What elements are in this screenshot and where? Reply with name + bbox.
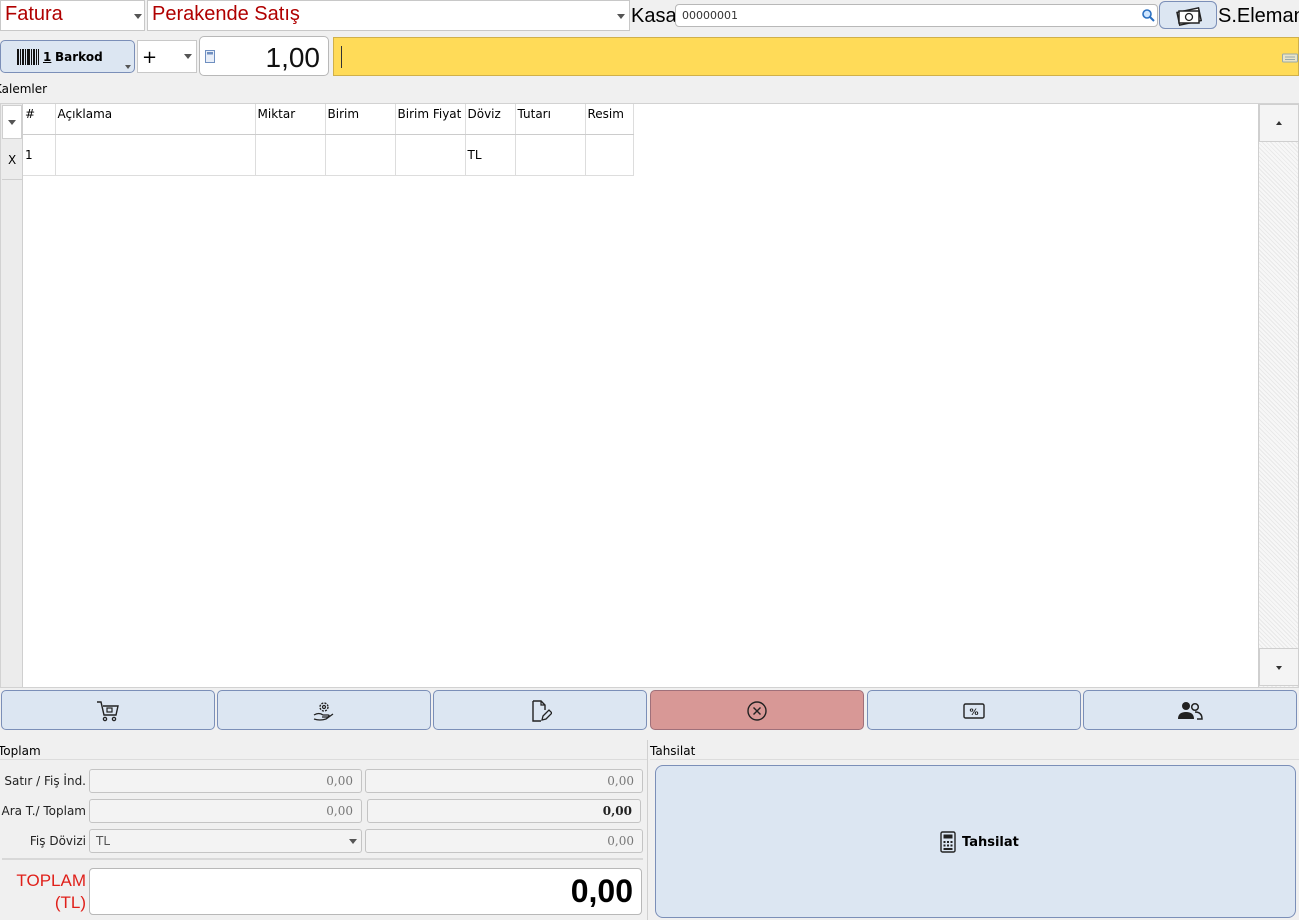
barcode-hotkey: 1 [43, 50, 52, 64]
operator-select[interactable]: + [137, 40, 197, 73]
money-icon [1176, 6, 1202, 27]
add-to-cart-button[interactable] [1, 690, 215, 730]
customers-button[interactable] [1083, 690, 1297, 730]
chevron-up-icon [1276, 121, 1282, 125]
receipt-currency-value: TL [96, 834, 111, 848]
grand-total-field: 0,00 [89, 868, 642, 915]
svg-text:%: % [969, 708, 978, 718]
payment-section-title: Tahsilat [650, 744, 696, 758]
quantity-value: 1,00 [265, 42, 321, 73]
items-section-title: Kalemler [0, 82, 48, 96]
grid-gutter [1, 104, 23, 687]
grand-total-label: TOPLAM (TL) [0, 870, 86, 914]
cell-aciklama[interactable] [55, 134, 256, 176]
document-type-value: Fatura [5, 3, 63, 25]
grand-total-label-line1: TOPLAM [16, 871, 86, 890]
column-header-aciklama[interactable]: Açıklama [55, 104, 256, 135]
scroll-down-button[interactable] [1259, 648, 1299, 686]
column-header-doviz[interactable]: Döviz [465, 104, 516, 135]
totals-section-title: Toplam [0, 744, 41, 758]
discount-icon: % [963, 703, 985, 719]
column-header-birim[interactable]: Birim [325, 104, 396, 135]
cell-miktar[interactable] [255, 134, 326, 176]
sale-type-select[interactable]: Perakende Satış [147, 0, 630, 31]
total-field[interactable]: 0,00 [367, 799, 641, 823]
subtotal-total-label: Ara T./ Toplam [1, 804, 86, 818]
table-row[interactable]: 1 TL [23, 134, 634, 176]
receipt-discount-field[interactable]: 0,00 [365, 769, 643, 793]
grand-total-divider [2, 858, 643, 860]
sale-type-value: Perakende Satış [152, 3, 300, 25]
barcode-mode-button[interactable]: 1 Barkod [0, 40, 135, 73]
quantity-input[interactable]: 1,00 [199, 36, 329, 76]
cancel-icon [747, 701, 767, 721]
customers-icon [1178, 702, 1203, 720]
calculator-icon [205, 50, 215, 63]
line-discount-field[interactable]: 0,00 [89, 769, 362, 793]
chevron-down-icon [349, 839, 357, 844]
scroll-up-button[interactable] [1259, 104, 1299, 142]
items-grid: # Açıklama Miktar Birim Birim Fiyat Dövi… [0, 103, 1299, 688]
chevron-down-icon [125, 65, 131, 69]
column-header-no[interactable]: # [23, 104, 56, 135]
document-type-select[interactable]: Fatura [0, 0, 145, 31]
text-caret [341, 46, 342, 68]
payment-button-label: Tahsilat [962, 835, 1019, 850]
column-header-birim-fiyat[interactable]: Birim Fiyat [395, 104, 466, 135]
cash-drawer-button[interactable] [1159, 1, 1217, 29]
currency-total-field[interactable]: 0,00 [365, 829, 643, 853]
cell-resim[interactable] [585, 134, 634, 176]
search-icon[interactable] [1141, 8, 1155, 22]
salesperson-label: S.Eleman [1218, 5, 1299, 27]
column-header-resim[interactable]: Resim [585, 104, 634, 135]
column-chooser-button[interactable] [2, 105, 22, 139]
barcode-icon [17, 49, 39, 65]
receipt-currency-label: Fiş Dövizi [29, 834, 86, 848]
barcode-label: Barkod [55, 50, 103, 64]
document-edit-button[interactable] [433, 690, 647, 730]
service-button[interactable] [217, 690, 431, 730]
operator-value: + [142, 47, 158, 68]
totals-panel-divider [0, 759, 647, 760]
cell-birim[interactable] [325, 134, 396, 176]
receipt-currency-select[interactable]: TL [89, 829, 362, 853]
chevron-down-icon [184, 54, 192, 59]
column-header-tutari[interactable]: Tutarı [515, 104, 586, 135]
kasa-input[interactable]: 00000001 [675, 4, 1158, 27]
payment-button[interactable]: Tahsilat [655, 765, 1296, 918]
row-delete-x: X [8, 153, 17, 167]
payment-panel-divider [650, 759, 1299, 760]
chevron-down-icon [134, 14, 142, 19]
subtotal-field[interactable]: 0,00 [89, 799, 362, 823]
barcode-entry-input[interactable] [333, 37, 1299, 76]
cell-doviz[interactable]: TL [465, 134, 516, 176]
cell-tutari[interactable] [515, 134, 586, 176]
cell-birim-fiyat[interactable] [395, 134, 466, 176]
kasa-input-value: 00000001 [682, 9, 738, 22]
vertical-scrollbar[interactable] [1258, 104, 1299, 687]
keyboard-icon[interactable] [1282, 51, 1298, 63]
grand-total-label-line2: (TL) [54, 893, 86, 912]
chevron-down-icon [8, 120, 16, 125]
cell-no[interactable]: 1 [23, 134, 56, 176]
row-delete-marker[interactable]: X [2, 140, 22, 180]
document-edit-icon [532, 700, 552, 722]
cart-icon [97, 701, 119, 722]
service-icon [313, 702, 334, 721]
items-table: # Açıklama Miktar Birim Birim Fiyat Dövi… [23, 104, 634, 176]
column-header-miktar[interactable]: Miktar [255, 104, 326, 135]
discount-button[interactable]: % [867, 690, 1081, 730]
cancel-sale-button[interactable] [650, 690, 864, 730]
table-header-row: # Açıklama Miktar Birim Birim Fiyat Dövi… [23, 104, 634, 135]
chevron-down-icon [1276, 666, 1282, 670]
line-receipt-discount-label: Satır / Fiş İnd. [4, 774, 86, 788]
panel-separator [647, 740, 648, 920]
grand-total-value: 0,00 [570, 873, 633, 909]
chevron-down-icon [617, 14, 625, 19]
pos-terminal-icon [940, 831, 956, 853]
kasa-label: Kasa [631, 5, 677, 27]
